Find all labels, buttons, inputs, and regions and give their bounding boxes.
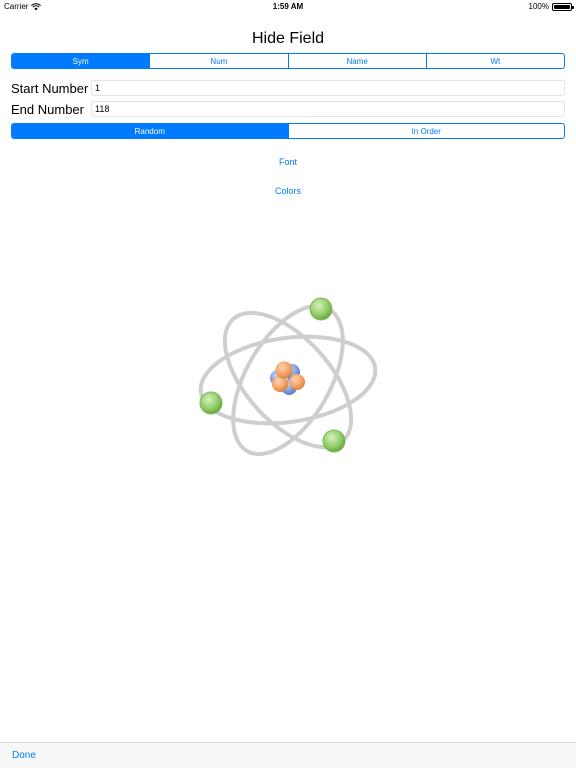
end-number-label: End Number: [11, 101, 84, 117]
electron-top: [309, 297, 333, 321]
electron-left: [199, 391, 223, 415]
battery-percent: 100%: [528, 2, 549, 11]
bottom-toolbar: Done: [0, 742, 576, 768]
done-button[interactable]: Done: [12, 750, 36, 761]
segment-sym[interactable]: Sym: [12, 54, 150, 68]
start-number-label: Start Number: [11, 80, 89, 96]
colors-button[interactable]: Colors: [0, 186, 576, 196]
end-number-input[interactable]: [91, 101, 565, 117]
status-time: 1:59 AM: [272, 2, 304, 11]
segment-wt[interactable]: Wt: [425, 54, 564, 68]
nucleus: [270, 361, 305, 395]
start-number-row: Start Number: [11, 80, 565, 96]
segment-num[interactable]: Num: [149, 54, 287, 68]
order-segmented-control[interactable]: Random In Order: [11, 123, 565, 139]
start-number-input[interactable]: [91, 80, 565, 96]
battery-icon: [552, 3, 574, 11]
segment-in-order[interactable]: In Order: [287, 124, 565, 138]
atom-icon: [198, 297, 378, 457]
status-bar: Carrier 1:59 AM 100%: [0, 0, 576, 14]
font-button[interactable]: Font: [0, 157, 576, 167]
battery-indicator: 100%: [528, 0, 574, 14]
end-number-row: End Number: [11, 101, 565, 117]
hide-field-segmented-control[interactable]: Sym Num Name Wt: [11, 53, 565, 69]
page-title: Hide Field: [251, 30, 325, 47]
electron-bottom: [322, 429, 346, 453]
segment-name[interactable]: Name: [287, 54, 426, 68]
segment-random[interactable]: Random: [12, 124, 288, 138]
